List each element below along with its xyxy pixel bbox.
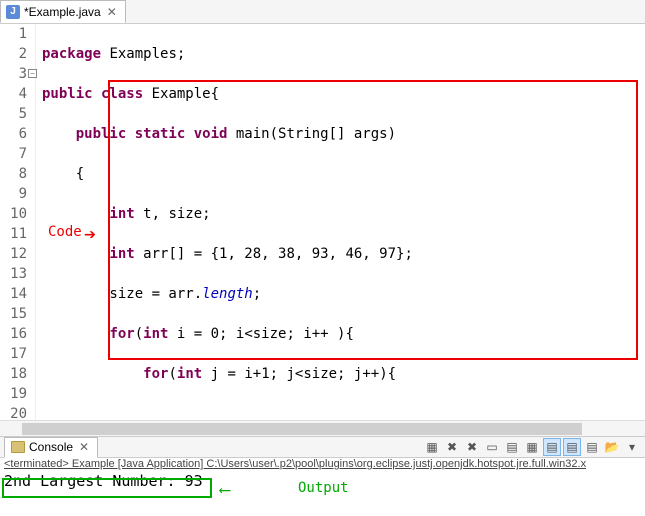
code-editor[interactable]: 1 2 3 4 5 6 7 8 9 10 11 12 13 14 15 16 1… bbox=[0, 24, 645, 420]
tab-title: *Example.java bbox=[24, 5, 101, 19]
close-icon[interactable]: ✕ bbox=[77, 440, 91, 454]
code-annotation-label: Code bbox=[48, 224, 82, 240]
console-tool-grid-icon[interactable]: ▦ bbox=[423, 438, 441, 456]
console-tool-scroll-icon[interactable]: ▤ bbox=[503, 438, 521, 456]
console-tool-menu-icon[interactable]: ▾ bbox=[623, 438, 641, 456]
console-tab[interactable]: Console ✕ bbox=[4, 437, 98, 458]
console-tool-removeall-icon[interactable]: ✖ bbox=[463, 438, 481, 456]
console-tool-showout-icon[interactable]: ▤ bbox=[563, 438, 581, 456]
output-annotation-label: Output bbox=[298, 480, 349, 496]
java-file-icon: J bbox=[6, 5, 20, 19]
arrow-left-icon: ⟵ bbox=[220, 480, 230, 499]
line-gutter: 1 2 3 4 5 6 7 8 9 10 11 12 13 14 15 16 1… bbox=[0, 24, 36, 420]
scrollbar-thumb[interactable] bbox=[22, 423, 582, 435]
editor-tab-example[interactable]: J *Example.java ✕ bbox=[0, 0, 126, 23]
console-tool-display-icon[interactable]: ▤ bbox=[543, 438, 561, 456]
console-toolbar: ▦ ✖ ✖ ▭ ▤ ▦ ▤ ▤ ▤ 📂 ▾ bbox=[423, 438, 641, 456]
console-icon bbox=[11, 441, 25, 453]
console-tool-open-icon[interactable]: 📂 bbox=[603, 438, 621, 456]
console-title: Console bbox=[29, 440, 73, 454]
console-tool-clear-icon[interactable]: ▭ bbox=[483, 438, 501, 456]
code-content[interactable]: package Examples; public class Example{ … bbox=[36, 24, 645, 420]
editor-tab-bar: J *Example.java ✕ bbox=[0, 0, 645, 24]
console-process-path: <terminated> Example [Java Application] … bbox=[4, 458, 641, 470]
close-icon[interactable]: ✕ bbox=[105, 5, 119, 19]
arrow-right-icon: ➔ bbox=[84, 222, 96, 246]
console-tool-pin-icon[interactable]: ▦ bbox=[523, 438, 541, 456]
console-tool-remove-icon[interactable]: ✖ bbox=[443, 438, 461, 456]
console-tab-bar: Console ✕ ▦ ✖ ✖ ▭ ▤ ▦ ▤ ▤ ▤ 📂 ▾ bbox=[0, 436, 645, 458]
horizontal-scrollbar[interactable] bbox=[0, 420, 645, 436]
console-tool-showerr-icon[interactable]: ▤ bbox=[583, 438, 601, 456]
